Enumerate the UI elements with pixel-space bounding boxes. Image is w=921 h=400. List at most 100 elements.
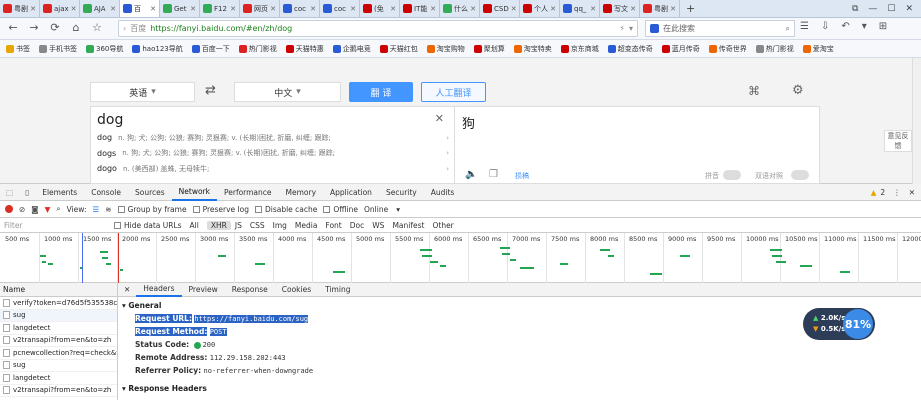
browser-tab[interactable]: ajax ✕ xyxy=(40,0,80,17)
devtools-tab-sources[interactable]: Sources xyxy=(128,184,172,201)
download-icon[interactable]: ⇩ xyxy=(821,21,829,32)
filter-input[interactable]: Filter xyxy=(4,221,104,230)
browser-tab[interactable]: 网页 ✕ xyxy=(240,0,280,17)
tab-close-icon[interactable]: ✕ xyxy=(670,5,676,13)
tab-close-icon[interactable]: ✕ xyxy=(511,5,517,13)
tab-close-icon[interactable]: ✕ xyxy=(430,5,436,13)
filter-type-ws[interactable]: WS xyxy=(368,221,388,230)
forward-icon[interactable]: → xyxy=(25,21,43,34)
filter-icon[interactable]: ▼ xyxy=(45,205,51,214)
devtools-tab-application[interactable]: Application xyxy=(323,184,379,201)
fold-link[interactable]: 损稿 xyxy=(515,171,529,181)
browser-tab[interactable]: AJA ✕ xyxy=(80,0,120,17)
network-timeline[interactable]: 500 ms 1000 ms 1500 ms 2000 ms 2500 ms 3000 m… xyxy=(0,233,921,283)
tab-close-icon[interactable]: ✕ xyxy=(470,5,476,13)
tab-close-icon[interactable]: ✕ xyxy=(190,5,196,13)
bookmark-item[interactable]: 聚划算 xyxy=(473,44,505,54)
detail-tab-cookies[interactable]: Cookies xyxy=(275,283,318,297)
request-row[interactable]: v2transapi?from=en&to=zh xyxy=(0,385,117,397)
tab-close-icon[interactable]: ✕ xyxy=(230,5,236,13)
tab-close-icon[interactable]: ✕ xyxy=(71,5,77,13)
close-devtools-icon[interactable]: ✕ xyxy=(909,188,921,197)
bookmark-item[interactable]: 热门影视 xyxy=(238,44,277,54)
suggestion-item[interactable]: dogs n. 狗; 犬; 公狗; 公狼; 赛狗; 灵狠赛; v. (长期)困扰,… xyxy=(97,147,449,160)
filter-type-other[interactable]: Other xyxy=(428,221,457,230)
detail-tab-timing[interactable]: Timing xyxy=(318,283,357,297)
close-detail-icon[interactable]: ✕ xyxy=(118,285,136,294)
group-by-frame-checkbox[interactable]: Group by frame xyxy=(117,205,187,214)
request-row[interactable]: verify?token=d76d5f535538c xyxy=(0,297,117,310)
back-icon[interactable]: ← xyxy=(4,21,22,34)
camera-icon[interactable]: ◙ xyxy=(31,205,38,214)
clear-icon[interactable]: ✕ xyxy=(435,112,444,125)
bookmark-item[interactable]: 传奇世界 xyxy=(708,44,747,54)
bookmark-item[interactable]: 淘宝特卖 xyxy=(513,44,552,54)
browser-tab[interactable]: Get ✕ xyxy=(160,0,200,17)
minimize-icon[interactable]: — xyxy=(868,4,877,14)
bookmark-item[interactable]: 天猫红包 xyxy=(379,44,418,54)
lightning-icon[interactable]: ⚡ xyxy=(619,24,625,33)
record-icon[interactable] xyxy=(5,205,13,213)
url-text[interactable]: https://fanyi.baidu.com/#en/zh/dog xyxy=(150,24,292,33)
request-row[interactable]: pcnewcollection?req=check&f xyxy=(0,347,117,360)
browser-tab[interactable]: coc ✕ xyxy=(280,0,320,17)
filter-type-media[interactable]: Media xyxy=(291,221,322,230)
close-window-icon[interactable]: ✕ xyxy=(905,4,913,14)
bookmark-item[interactable]: 天猫特惠 xyxy=(285,44,324,54)
more-icon[interactable]: ▾ xyxy=(862,21,867,32)
tab-close-icon[interactable]: ✕ xyxy=(310,5,316,13)
page-scrollbar[interactable] xyxy=(912,58,921,184)
search-box[interactable]: 在此搜索 ⌕ xyxy=(645,20,795,37)
devtools-tab-memory[interactable]: Memory xyxy=(279,184,324,201)
more-options-icon[interactable]: ⋮ xyxy=(893,188,909,197)
browser-tab[interactable]: 粤剧 ✕ xyxy=(640,0,680,17)
speaker-icon[interactable]: 🔈 xyxy=(465,169,477,180)
suggestion-item[interactable]: dog n. 狗; 犬; 公狗; 公狼; 赛狗; 灵狠赛; v. (长期)困扰, … xyxy=(97,131,449,144)
inspect-icon[interactable]: ⬚ xyxy=(0,188,19,197)
swap-language-icon[interactable]: ⇄ xyxy=(205,83,216,98)
bookmark-star-icon[interactable]: ☆ xyxy=(88,21,106,34)
device-toggle-icon[interactable]: ▯ xyxy=(19,188,35,197)
bookmark-item[interactable]: hao123导航 xyxy=(132,44,183,54)
bookmark-item[interactable]: 京东商城 xyxy=(560,44,599,54)
devtools-tab-console[interactable]: Console xyxy=(84,184,128,201)
suggestion-item[interactable]: dogo n. (美西部) 盖蛛, 无母犊牛; › xyxy=(97,162,449,175)
bookmark-item[interactable]: 企鹅电竞 xyxy=(332,44,371,54)
maximize-icon[interactable]: ☐ xyxy=(887,4,895,14)
source-language-select[interactable]: 英语 ▾ xyxy=(90,82,195,102)
browser-tab[interactable]: 什么 ✕ xyxy=(440,0,480,17)
tab-close-icon[interactable]: ✕ xyxy=(630,5,636,13)
feedback-button[interactable]: 意见反馈 xyxy=(884,130,912,152)
filter-type-css[interactable]: CSS xyxy=(246,221,269,230)
source-text-panel[interactable]: dog ✕ dog n. 狗; 犬; 公狗; 公狼; 赛狗; 灵狠赛; v. (长… xyxy=(90,106,455,184)
devtools-tab-performance[interactable]: Performance xyxy=(217,184,279,201)
throttle-select[interactable]: Online ▾ xyxy=(364,205,400,214)
bookmark-item[interactable]: 360导航 xyxy=(86,44,123,54)
restore-icon[interactable]: ⧉ xyxy=(852,4,858,14)
tab-close-icon[interactable]: ✕ xyxy=(350,5,356,13)
request-row[interactable]: langdetect xyxy=(0,372,117,385)
tab-close-icon[interactable]: ✕ xyxy=(390,5,396,13)
filter-type-xhr[interactable]: XHR xyxy=(206,220,231,230)
source-input-text[interactable]: dog xyxy=(97,112,123,128)
browser-tab[interactable]: 粤剧 ✕ xyxy=(0,0,40,17)
request-row[interactable]: langdetect xyxy=(0,322,117,335)
browser-tab[interactable]: CSD ✕ xyxy=(480,0,520,17)
bookmark-item[interactable]: 爱淘宝 xyxy=(802,44,834,54)
grid-icon[interactable]: ⊞ xyxy=(879,21,887,32)
translate-button[interactable]: 翻 译 xyxy=(349,82,413,102)
search-network-icon[interactable]: ⌕ xyxy=(56,204,60,214)
undo-icon[interactable]: ↶ xyxy=(841,21,849,32)
waterfall-view-icon[interactable]: ≋ xyxy=(105,205,111,214)
menu-icon[interactable]: ☰ xyxy=(800,21,809,32)
detail-tab-headers[interactable]: Headers xyxy=(136,283,182,297)
preserve-log-checkbox[interactable]: Preserve log xyxy=(192,205,249,214)
tab-close-icon[interactable]: ✕ xyxy=(270,5,276,13)
response-headers-section[interactable]: ▾ Response Headers xyxy=(122,384,207,393)
tab-close-icon[interactable]: ✕ xyxy=(30,5,36,13)
tab-close-icon[interactable]: ✕ xyxy=(150,5,156,13)
bookmark-item[interactable]: 书签 xyxy=(6,44,30,54)
refresh-icon[interactable]: ⟳ xyxy=(46,21,64,34)
browser-tab[interactable]: 写文 ✕ xyxy=(600,0,640,17)
bookmark-item[interactable]: 百度一下 xyxy=(191,44,230,54)
